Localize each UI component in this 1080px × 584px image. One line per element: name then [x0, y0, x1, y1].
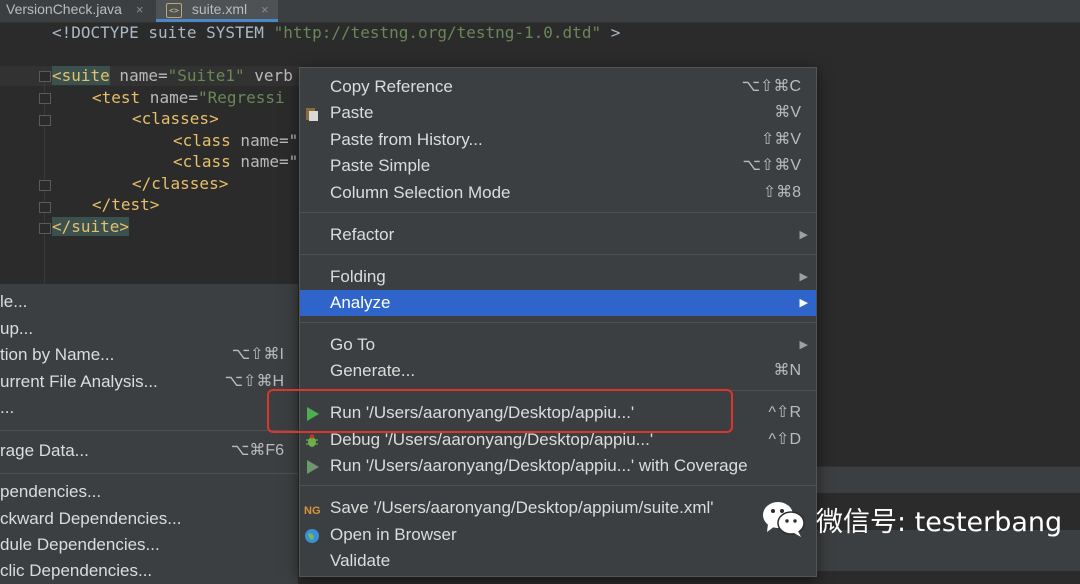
submenu-item[interactable]: urrent File Analysis... ⌥⇧⌘H	[0, 369, 298, 395]
tool-window-strip	[817, 466, 1080, 493]
submenu-item[interactable]: ckward Dependencies...	[0, 506, 298, 532]
watermark: 微信号: testerbang	[762, 496, 1062, 542]
submenu-item[interactable]: dule Dependencies...	[0, 532, 298, 558]
menu-item-analyze[interactable]: Analyze ▶	[300, 290, 816, 316]
code-line-2: <suite name="Suite1" verb	[52, 66, 293, 85]
menu-separator	[300, 485, 816, 486]
code-line-5: <class name="	[173, 131, 299, 150]
wechat-icon	[762, 499, 806, 539]
coverage-icon	[307, 460, 319, 474]
fold-marker-icon[interactable]	[39, 202, 51, 213]
submenu-arrow-icon: ▶	[799, 297, 808, 309]
paste-icon	[306, 108, 318, 121]
submenu-item[interactable]: rage Data... ⌥⌘F6	[0, 438, 298, 464]
menu-separator	[300, 322, 816, 323]
tab-versioncheck-java[interactable]: VersionCheck.java ×	[0, 0, 150, 22]
editor-context-menu: Copy Reference ⌥⇧⌘C Paste ⌘V Paste from Hi…	[299, 67, 817, 577]
code-line-7: </classes>	[132, 174, 229, 193]
close-icon[interactable]: ×	[261, 2, 269, 17]
submenu-item[interactable]: up...	[0, 316, 298, 342]
menu-item-validate[interactable]: Validate	[300, 548, 816, 574]
submenu-item[interactable]: pendencies...	[0, 479, 298, 505]
menu-item-copy-reference[interactable]: Copy Reference ⌥⇧⌘C	[300, 74, 816, 100]
tab-suite-xml[interactable]: <> suite.xml ×	[156, 0, 278, 22]
menu-separator	[0, 473, 298, 474]
menu-item-paste-from-history[interactable]: Paste from History... ⇧⌘V	[300, 127, 816, 153]
watermark-text: 微信号: testerbang	[816, 506, 1063, 538]
highlight-box	[267, 389, 733, 433]
code-line-9: </suite>	[52, 217, 130, 236]
menu-item-generate[interactable]: Generate... ⌘N	[300, 358, 816, 384]
menu-item-refactor[interactable]: Refactor ▶	[300, 222, 816, 248]
menu-item-folding[interactable]: Folding ▶	[300, 264, 816, 290]
browser-icon	[305, 529, 319, 543]
analyze-submenu: le... up... tion by Name... ⌥⇧⌘I urrent F…	[0, 284, 298, 584]
submenu-arrow-icon: ▶	[799, 229, 808, 241]
submenu-arrow-icon: ▶	[799, 339, 808, 351]
code-line-6: <class name="	[173, 152, 299, 171]
submenu-item[interactable]: clic Dependencies...	[0, 558, 298, 584]
fold-marker-icon[interactable]	[39, 71, 51, 82]
editor-tab-bar: VersionCheck.java × <> suite.xml ×	[0, 0, 1080, 23]
fold-marker-icon[interactable]	[39, 180, 51, 191]
code-line-3: <test name="Regressi	[92, 88, 285, 107]
menu-item-go-to[interactable]: Go To ▶	[300, 332, 816, 358]
menu-separator	[300, 254, 816, 255]
xml-file-icon: <>	[166, 2, 182, 18]
menu-item-column-selection-mode[interactable]: Column Selection Mode ⇧⌘8	[300, 180, 816, 206]
submenu-item[interactable]: ...	[0, 395, 298, 421]
fold-marker-icon[interactable]	[39, 115, 51, 126]
tab-label: VersionCheck.java	[6, 1, 122, 17]
menu-item-paste[interactable]: Paste ⌘V	[300, 100, 816, 126]
debug-icon	[306, 434, 318, 447]
submenu-item[interactable]: le...	[0, 289, 298, 315]
close-icon[interactable]: ×	[136, 2, 144, 17]
menu-separator	[300, 212, 816, 213]
submenu-arrow-icon: ▶	[799, 271, 808, 283]
menu-item-save[interactable]: NG Save '/Users/aaronyang/Desktop/appium…	[300, 495, 816, 521]
menu-item-paste-simple[interactable]: Paste Simple ⌥⇧⌘V	[300, 153, 816, 179]
menu-separator	[0, 430, 298, 431]
testng-icon: NG	[304, 505, 320, 517]
menu-item-open-in-browser[interactable]: Open in Browser	[300, 522, 816, 548]
submenu-item[interactable]: tion by Name... ⌥⇧⌘I	[0, 342, 298, 368]
tab-label: suite.xml	[191, 1, 248, 17]
menu-item-run-with-coverage[interactable]: Run '/Users/aaronyang/Desktop/appiu...' …	[300, 453, 816, 479]
fold-marker-icon[interactable]	[39, 223, 51, 234]
code-line-4: <classes>	[132, 109, 219, 128]
svg-text:NG: NG	[304, 505, 320, 517]
code-line-1: <!DOCTYPE suite SYSTEM "http://testng.or…	[52, 23, 621, 42]
fold-marker-icon[interactable]	[39, 93, 51, 104]
fold-guide	[44, 68, 45, 318]
code-line-8: </test>	[92, 195, 160, 214]
